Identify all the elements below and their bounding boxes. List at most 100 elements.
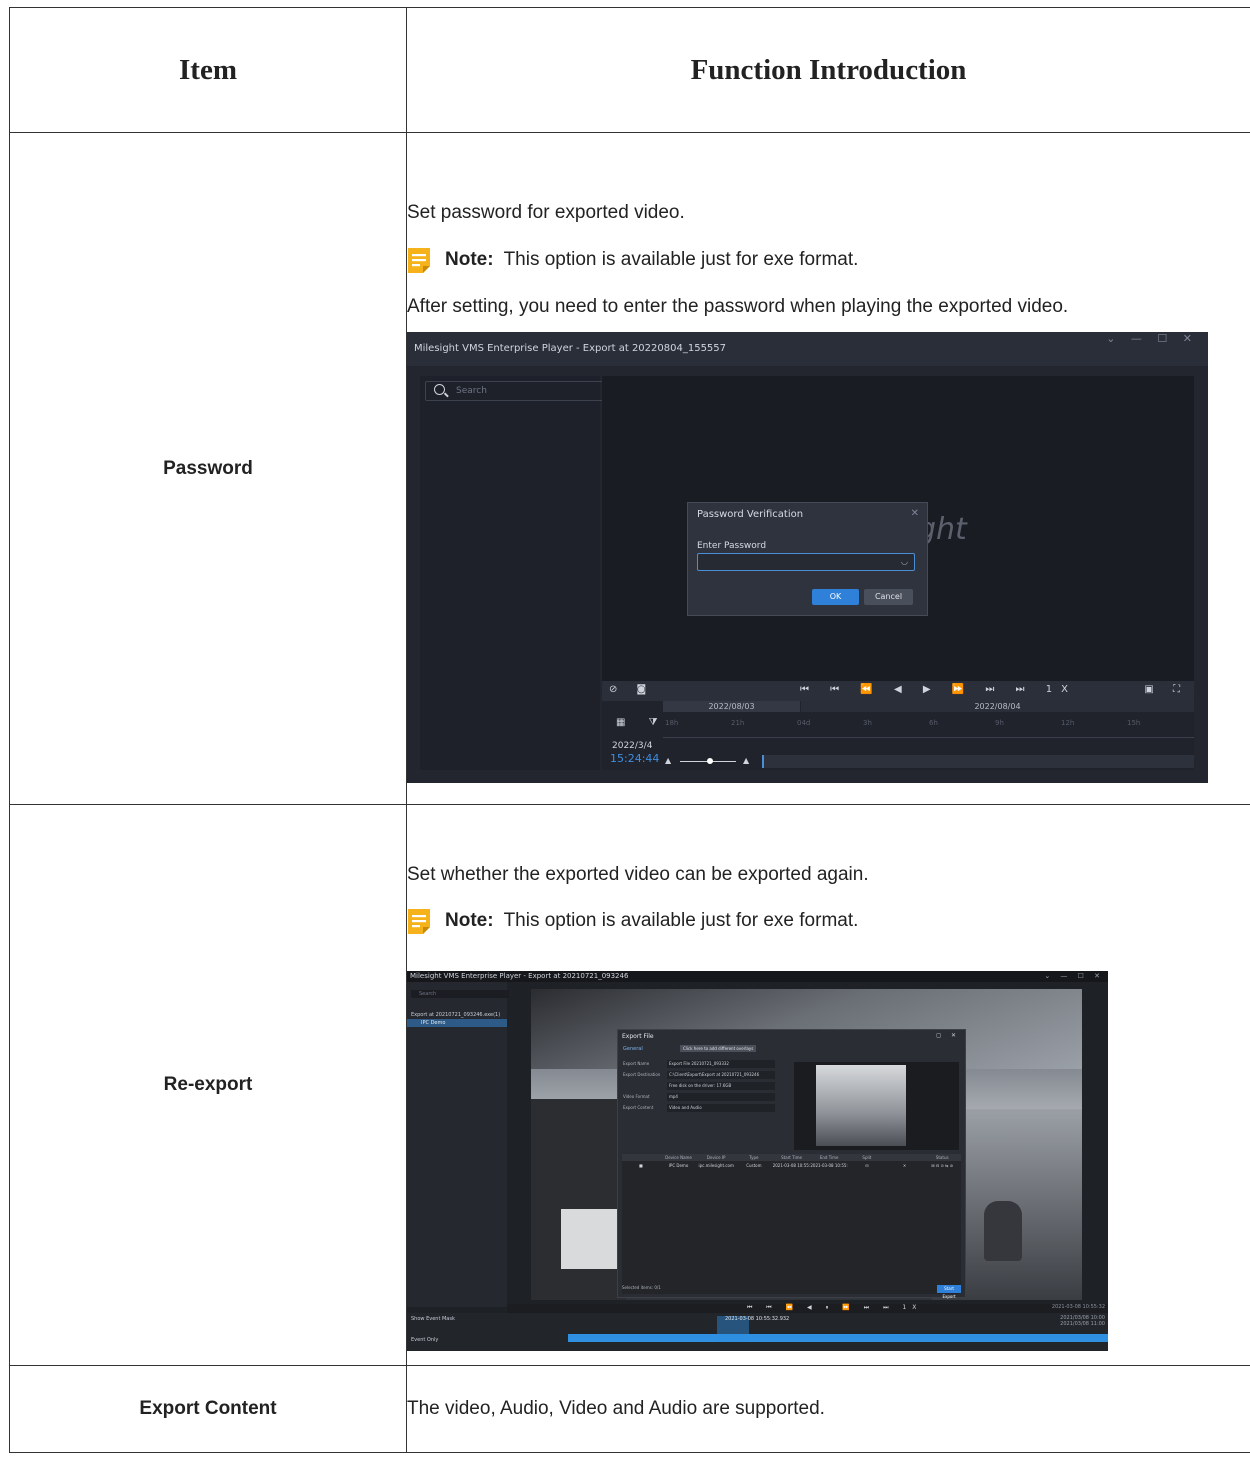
- playback-buttons[interactable]: ⏮ ⏮ ⏪ ◀ ⏸ ⏩ ⏭ ⏭ 1X: [747, 1304, 922, 1312]
- timeline-tick: 9h: [995, 718, 1004, 727]
- record-strip[interactable]: [762, 754, 1194, 768]
- zoom-slider[interactable]: ▲ ▲: [663, 755, 758, 768]
- start-export-button[interactable]: Start Export: [937, 1284, 961, 1299]
- note-label: Note:: [445, 910, 494, 931]
- playback-buttons[interactable]: ⏮ ⏮ ⏪ ◀ ▶ ⏩ ⏭ ⏭ 1X: [800, 684, 1077, 695]
- search-input[interactable]: Search: [425, 380, 624, 401]
- note-label: Note:: [445, 249, 494, 270]
- table-header: Device Name Device IP Type Start Time End Ti…: [622, 1153, 961, 1161]
- table-header-cell: Type: [749, 1154, 759, 1160]
- note-text: This option is available just for exe fo…: [503, 910, 859, 931]
- header-item: Item: [9, 7, 407, 133]
- reexport-description: Set whether the exported video can be ex…: [407, 863, 869, 885]
- form-label: Export Content: [623, 1104, 654, 1110]
- cancel-button[interactable]: Cancel: [864, 588, 913, 605]
- form-label: Export Destination: [623, 1071, 661, 1077]
- timeline-tick: 6h: [929, 718, 938, 727]
- fullscreen-icons[interactable]: ▣ ⛶: [1144, 684, 1188, 695]
- tree-child[interactable]: IPC Demo: [407, 1018, 507, 1027]
- timeline-tick: 21h: [731, 718, 745, 727]
- password-screenshot: Milesight VMS Enterprise Player - Export…: [407, 331, 1208, 783]
- timeline-ticks: 18h 21h 04d 3h 6h 9h 12h 15h: [663, 715, 1194, 738]
- table-cell: ■: [638, 1162, 643, 1168]
- export-form: Export Name Export File 20210721_093332 Ex…: [623, 1059, 775, 1116]
- password-input[interactable]: ◡: [697, 552, 915, 571]
- sidebar: Search: [420, 375, 624, 770]
- timeline-tick: 15h: [1127, 718, 1141, 727]
- device-table: Device Name Device IP Type Start Time End Ti…: [622, 1153, 961, 1294]
- password-after-text: After setting, you need to enter the pas…: [407, 295, 1069, 317]
- table-cell: 2021-03-08 10:55:03: [772, 1162, 811, 1168]
- selected-count: Selected items: 0/1: [622, 1284, 661, 1290]
- search-placeholder: Search: [456, 385, 487, 396]
- table-row[interactable]: ■ IPC Demo ipc.milesight.com Custom 2021-03-…: [622, 1162, 961, 1169]
- timeline-date-range: 2021/03/08 10:00 2021/03/08 11:00: [1060, 1314, 1105, 1327]
- table-header-cell: Device Name: [665, 1154, 692, 1160]
- item-reexport: Re-export: [9, 804, 407, 1366]
- password-note: Note: This option is available just for …: [407, 247, 1250, 274]
- item-password: Password: [9, 132, 407, 805]
- sidebar: Search Export at 20210721_093246.exe(1) …: [407, 981, 509, 1307]
- reexport-screenshot: Milesight VMS Enterprise Player - Export…: [407, 970, 1108, 1351]
- dialog-controls[interactable]: ◻ ✕: [936, 1032, 960, 1039]
- table-header-cell: Device IP: [706, 1154, 726, 1160]
- function-reexport: Set whether the exported video can be ex…: [406, 804, 1250, 1366]
- dialog-title: Export File: [622, 1032, 654, 1040]
- table-cell: ✕: [902, 1162, 907, 1168]
- table-header-cell: End Time: [819, 1154, 839, 1160]
- table-cell: Custom: [746, 1162, 762, 1168]
- table-cell: IPC Demo: [668, 1162, 689, 1168]
- table-header-cell: Status: [935, 1154, 949, 1160]
- export-content-description: The video, Audio, Video and Audio are su…: [407, 1398, 825, 1419]
- event-only[interactable]: Event Only: [411, 1337, 438, 1343]
- preview-pane: [794, 1061, 959, 1150]
- table-header-cell: [886, 1154, 924, 1161]
- timeline[interactable]: Show Event Mask Event Only 2021-03-08 10…: [407, 1312, 1108, 1351]
- form-value[interactable]: Free disk on the driver: 17.6GB: [667, 1081, 775, 1090]
- record-rail[interactable]: [568, 1333, 1108, 1342]
- header-function: Function Introduction: [406, 7, 1250, 133]
- playback-toolbar: ⊘ ◙ ⏮ ⏮ ⏪ ◀ ▶ ⏩ ⏭ ⏭ 1X ▣ ⛶: [602, 680, 1194, 701]
- zoom-out-icon[interactable]: ▲: [665, 756, 671, 765]
- password-label: Enter Password: [697, 540, 767, 551]
- zoom-in-icon[interactable]: ▲: [743, 756, 749, 765]
- form-field: Export Content Video and Audio: [623, 1103, 775, 1116]
- form-label: Video Format: [623, 1093, 650, 1099]
- search-input[interactable]: Search: [411, 989, 509, 998]
- snapshot-icons[interactable]: ⊘ ◙: [609, 684, 654, 695]
- show-event-mask[interactable]: Show Event Mask: [411, 1316, 455, 1322]
- reexport-note: Note: This option is available just for …: [407, 908, 1250, 935]
- table-header-cell: [622, 1154, 660, 1161]
- form-value[interactable]: mp4: [667, 1092, 775, 1101]
- window-title: Milesight VMS Enterprise Player - Export…: [407, 970, 1108, 982]
- zoom-knob[interactable]: [707, 757, 713, 764]
- timeline[interactable]: 2022/08/03 2022/08/04 ▦ ⧩ 2022/3/4 15:24…: [602, 700, 1194, 770]
- eye-icon[interactable]: ◡: [901, 557, 908, 566]
- close-icon[interactable]: ✕: [911, 508, 919, 519]
- search-icon: [434, 383, 445, 395]
- timeline-date-left: 2022/08/03: [663, 700, 800, 712]
- function-export-content: The video, Audio, Video and Audio are su…: [406, 1365, 1250, 1453]
- password-description: Set password for exported video.: [407, 201, 685, 223]
- table-cell: ⊞ ⊟ ⊙ ⇆ ⊘: [931, 1162, 954, 1168]
- export-file-dialog: Export File ◻ ✕ General Click here to ad…: [617, 1028, 966, 1299]
- speed-label: 1X: [1045, 683, 1077, 695]
- window-controls[interactable]: ⌄ — ☐ ✕: [1044, 971, 1104, 982]
- tree-root[interactable]: Export at 20210721_093246.exe(1): [411, 1012, 500, 1018]
- note-text: This option is available just for exe fo…: [503, 249, 859, 270]
- window-controls[interactable]: ⌄ — ☐ ✕: [1106, 332, 1198, 345]
- overlay-tooltip: Click here to add different overlays: [680, 1044, 757, 1052]
- tab-general[interactable]: General: [623, 1046, 643, 1052]
- timeline-date-right: 2022/08/04: [801, 700, 1194, 712]
- table-cell: 2021-03-08 10:55:29: [810, 1162, 848, 1168]
- dialog-title: Password Verification: [697, 508, 804, 520]
- table-header-cell: Start Time: [781, 1154, 802, 1160]
- form-value[interactable]: Export File 20210721_093332: [667, 1059, 775, 1068]
- calendar-filter-icons[interactable]: ▦ ⧩: [616, 717, 668, 728]
- playback-datetime: 2021-03-08 10:55:32: [1051, 1303, 1105, 1310]
- ok-button[interactable]: OK: [812, 588, 859, 605]
- timeline-tick: 04d: [797, 718, 811, 727]
- form-value[interactable]: Video and Audio: [667, 1103, 775, 1112]
- note-icon: [407, 247, 431, 274]
- form-value[interactable]: C:\Client\Export\Export at 20210721_0932…: [667, 1070, 775, 1079]
